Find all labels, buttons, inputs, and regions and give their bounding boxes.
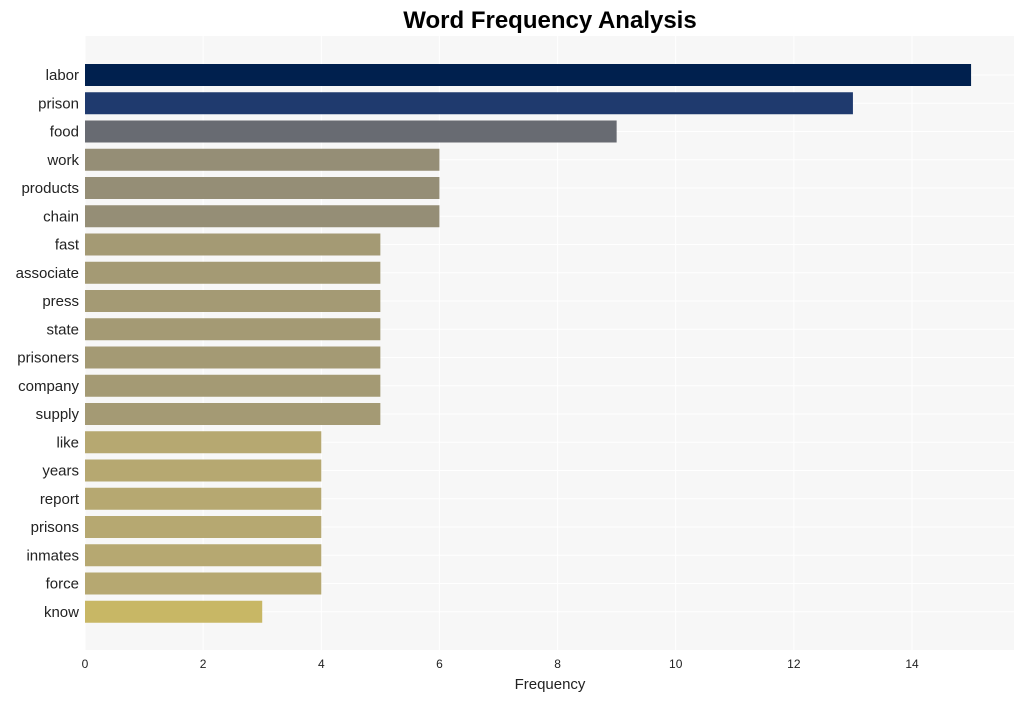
x-tick-2: 2 [200, 657, 207, 671]
word-frequency-chart: labor prison food work products chain fast asso… [16, 7, 1014, 693]
bar-prisoners [85, 346, 381, 369]
y-label-years: years [42, 463, 79, 480]
bar-labor [85, 64, 972, 86]
bar-prison [85, 92, 853, 115]
bar-years [85, 459, 322, 482]
bar-supply [85, 403, 381, 425]
y-label-report: report [40, 491, 80, 508]
y-label-like: like [56, 434, 79, 451]
y-label-force: force [46, 576, 79, 593]
bar-like [85, 431, 322, 454]
bar-work [85, 148, 440, 171]
bar-food [85, 120, 617, 143]
bar-fast [85, 233, 381, 256]
y-label-work: work [46, 152, 79, 169]
y-label-products: products [21, 180, 79, 197]
bar-prisons [85, 516, 322, 538]
y-label-inmates: inmates [26, 547, 79, 564]
bar-company [85, 374, 381, 397]
bar-report [85, 487, 322, 510]
y-label-prisoners: prisoners [17, 350, 79, 367]
x-tick-0: 0 [82, 657, 89, 671]
y-label-prison: prison [38, 95, 79, 112]
y-label-food: food [50, 124, 79, 141]
x-tick-14: 14 [905, 657, 919, 671]
y-label-know: know [44, 604, 79, 621]
bar-inmates [85, 544, 322, 567]
bar-know [85, 600, 263, 623]
bar-state [85, 318, 381, 341]
y-label-labor: labor [46, 67, 79, 84]
y-label-prisons: prisons [31, 519, 79, 536]
x-tick-8: 8 [554, 657, 561, 671]
x-tick-12: 12 [787, 657, 801, 671]
y-label-company: company [18, 378, 79, 395]
x-axis-ticks: 0 2 4 6 8 10 12 14 [82, 657, 919, 671]
y-label-fast: fast [55, 237, 80, 254]
y-label-state: state [46, 321, 79, 338]
x-tick-6: 6 [436, 657, 443, 671]
bar-products [85, 177, 440, 199]
y-label-associate: associate [16, 265, 79, 282]
y-label-supply: supply [36, 406, 80, 423]
y-axis-labels: labor prison food work products chain fast asso… [16, 67, 80, 621]
bar-chain [85, 205, 440, 228]
x-tick-4: 4 [318, 657, 325, 671]
y-label-press: press [42, 293, 79, 310]
bar-associate [85, 261, 381, 284]
y-label-chain: chain [43, 208, 79, 225]
x-axis-label: Frequency [515, 676, 586, 693]
x-tick-10: 10 [669, 657, 683, 671]
chart-title: Word Frequency Analysis [403, 7, 696, 34]
bar-press [85, 290, 381, 312]
bar-force [85, 572, 322, 595]
